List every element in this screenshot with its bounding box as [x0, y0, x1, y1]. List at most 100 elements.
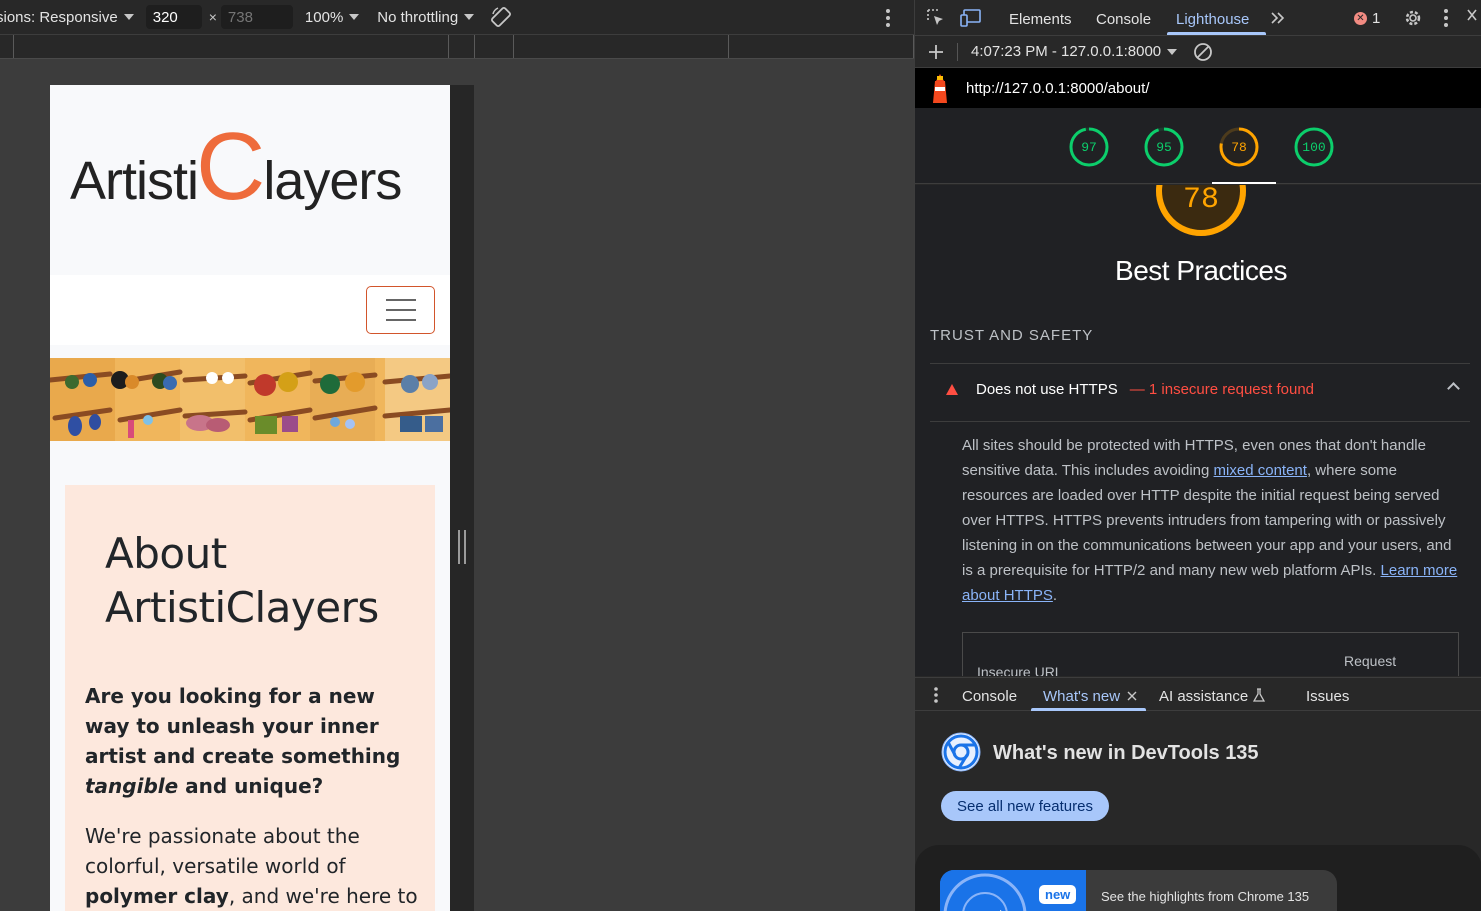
separator: [957, 42, 958, 61]
mixed-content-link[interactable]: mixed content: [1214, 462, 1307, 479]
resize-bar[interactable]: [450, 85, 474, 911]
lighthouse-report: 78 Best Practices TRUST AND SAFETY Does …: [915, 185, 1481, 676]
menu-toggle-button[interactable]: [366, 286, 435, 334]
about-card: About ArtistiClayers Are you looking for…: [65, 485, 435, 911]
gauge-accessibility[interactable]: 95: [1144, 127, 1184, 167]
dimensions-dropdown[interactable]: sions: Responsive: [0, 9, 134, 26]
new-badge: new: [1039, 885, 1077, 904]
width-input[interactable]: [145, 5, 202, 29]
whats-new-title: What's new in DevTools 135: [993, 742, 1259, 764]
close-tab-icon[interactable]: [1127, 691, 1137, 701]
device-toggle-icon[interactable]: [960, 8, 982, 28]
chevron-down-icon: [123, 14, 134, 20]
audit-https-header[interactable]: Does not use HTTPS — 1 insecure request …: [930, 381, 1470, 398]
media-query-ruler: [0, 35, 914, 59]
error-counter[interactable]: ✕ 1: [1354, 10, 1380, 27]
drawer-menu-icon[interactable]: [933, 687, 939, 703]
active-tab-indicator: [1167, 32, 1266, 35]
drawer-tab-whats-new[interactable]: What's new: [1043, 688, 1120, 705]
chrome-devtools-logo-icon: [941, 732, 981, 772]
inspect-element-icon[interactable]: [926, 8, 946, 28]
gauge-score: 97: [1081, 139, 1097, 155]
throttling-dropdown[interactable]: No throttling: [377, 8, 475, 26]
desc-text: .: [1052, 587, 1058, 604]
highlight-item[interactable]: new See the highlights from Chrome 135: [940, 870, 1337, 911]
drawer-tabbar: Console What's new AI assistance Issues: [915, 677, 1481, 711]
customize-menu-icon[interactable]: [1443, 8, 1449, 28]
close-devtools-icon[interactable]: [1466, 8, 1478, 22]
zoom-label: 100%: [304, 8, 344, 26]
gauge-seo[interactable]: 100: [1294, 127, 1334, 167]
lighthouse-toolbar: 4:07:23 PM - 127.0.0.1:8000: [915, 36, 1481, 68]
chevron-up-icon[interactable]: [1447, 382, 1460, 395]
audit-display-value: — 1 insecure request found: [1129, 381, 1315, 398]
lighthouse-logo-icon: [933, 74, 947, 103]
gauge-score: 95: [1156, 139, 1172, 155]
drawer-tab-ai-assistance[interactable]: AI assistance: [1159, 688, 1248, 705]
logo-text: Artisti: [70, 151, 199, 211]
desc-text: , where some resources are loaded over H…: [962, 462, 1452, 579]
devtools-tabbar: Elements Console Lighthouse ✕ 1: [915, 0, 1481, 36]
tab-console[interactable]: Console: [1096, 11, 1151, 28]
column-header-request: Request: [1344, 653, 1397, 669]
logo-letter-c: C: [196, 113, 266, 220]
error-count: 1: [1372, 10, 1381, 27]
devtools-panel: Elements Console Lighthouse ✕ 1 4:07:23 …: [914, 0, 1481, 911]
category-title: Best Practices: [1115, 255, 1287, 286]
clear-icon[interactable]: [1193, 42, 1213, 62]
column-header-url: Insecure URL: [977, 664, 1063, 676]
lead-text: Are you looking for a new way to unleash…: [85, 684, 401, 768]
gauge-score: 78: [1231, 139, 1247, 155]
report-url[interactable]: http://127.0.0.1:8000/about/: [966, 80, 1150, 97]
settings-gear-icon[interactable]: [1403, 8, 1423, 28]
divider: [930, 421, 1470, 422]
intro-bold: polymer clay: [85, 884, 229, 908]
gauge-best-practices[interactable]: 78: [1219, 127, 1259, 167]
report-selector[interactable]: 4:07:23 PM - 127.0.0.1:8000: [971, 43, 1161, 60]
highlights-card: new See the highlights from Chrome 135: [915, 845, 1481, 911]
resize-handle[interactable]: [458, 530, 466, 564]
tab-elements[interactable]: Elements: [1009, 11, 1072, 28]
group-title: TRUST AND SAFETY: [930, 327, 1094, 344]
zoom-dropdown[interactable]: 100%: [304, 8, 360, 26]
score-gauges: 97 95 78 100: [915, 108, 1481, 184]
error-icon: ✕: [1354, 12, 1367, 25]
dimensions-label: sions: Responsive: [0, 8, 118, 26]
more-options-icon[interactable]: [886, 9, 890, 27]
see-all-features-button[interactable]: See all new features: [941, 791, 1109, 821]
logo-text: layers: [263, 151, 402, 211]
chevron-down-icon: [349, 14, 360, 20]
device-toolbar: sions: Responsive × 100% No throttling: [0, 0, 914, 35]
site-logo[interactable]: ArtistiClayers: [70, 119, 402, 215]
category-score: 78: [1182, 185, 1219, 217]
tab-lighthouse[interactable]: Lighthouse: [1176, 11, 1249, 28]
earrings-banner-image: [50, 358, 450, 441]
divider: [930, 363, 1470, 364]
whats-new-panel: What's new in DevTools 135 See all new f…: [915, 711, 1481, 911]
intro-text: We're passionate about the colorful, ver…: [85, 824, 360, 878]
navbar: [50, 275, 450, 345]
emulated-page: ArtistiClayers About ArtistiClayers Are …: [50, 85, 450, 911]
throttling-label: No throttling: [377, 8, 459, 26]
chevron-down-icon: [464, 14, 475, 20]
add-icon[interactable]: [928, 44, 944, 60]
intro-paragraph: We're passionate about the colorful, ver…: [85, 821, 425, 911]
more-tabs-icon[interactable]: [1270, 10, 1286, 26]
lead-emphasis: tangible: [85, 774, 179, 798]
active-gauge-indicator: [1212, 182, 1276, 184]
lead-text: and unique?: [178, 774, 324, 798]
gauge-performance[interactable]: 97: [1069, 127, 1109, 167]
drawer-tab-issues[interactable]: Issues: [1306, 688, 1349, 705]
fail-triangle-icon: [946, 384, 958, 395]
gauge-score: 100: [1302, 139, 1326, 155]
experiment-flask-icon: [1253, 688, 1265, 702]
page-title: About ArtistiClayers: [105, 529, 379, 632]
insecure-requests-table: Insecure URL Request: [962, 632, 1459, 676]
rotate-icon[interactable]: [490, 6, 512, 28]
audit-title: Does not use HTTPS: [976, 381, 1118, 398]
highlight-text: See the highlights from Chrome 135: [1101, 889, 1310, 904]
drawer-tab-console[interactable]: Console: [962, 688, 1017, 705]
chevron-down-icon[interactable]: [1167, 48, 1178, 55]
audit-description: All sites should be protected with HTTPS…: [962, 433, 1462, 608]
height-input[interactable]: [220, 5, 293, 29]
